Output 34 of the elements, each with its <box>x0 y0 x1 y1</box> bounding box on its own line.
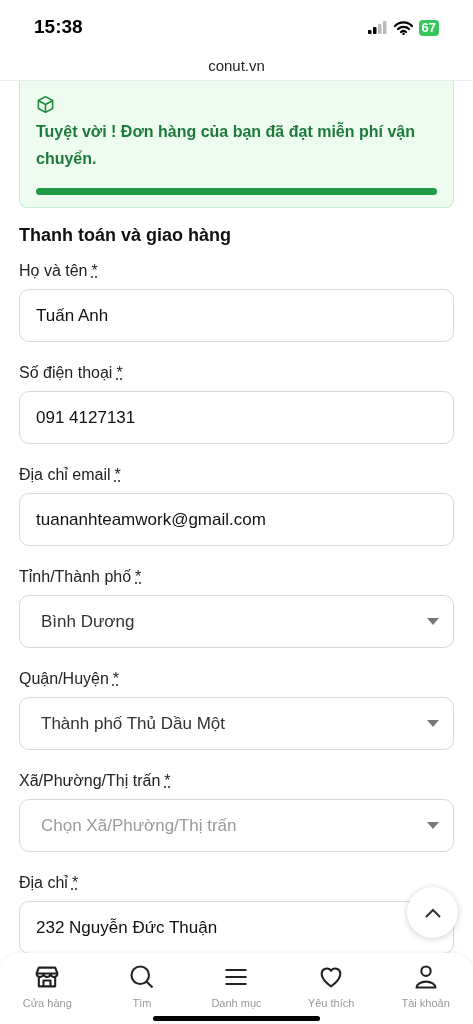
notice-message: Tuyệt vời ! Đơn hàng của bạn đã đạt miễn phí vận chuyển. <box>36 121 416 169</box>
input-field[interactable]: tuananhteamwork@gmail.com <box>19 493 454 546</box>
input-field[interactable]: 232 Nguyễn Đức Thuận <box>19 901 454 954</box>
signal-icon <box>367 21 388 34</box>
required-mark: * <box>164 771 171 791</box>
input-field[interactable]: 091 4127131 <box>19 391 454 444</box>
field-label: Địa chỉ email <box>19 465 111 485</box>
chevron-up-icon <box>424 907 441 918</box>
box-icon <box>36 95 55 114</box>
required-mark: * <box>116 363 123 383</box>
required-mark: * <box>112 669 120 689</box>
field-label: Địa chỉ <box>19 873 68 893</box>
url-text[interactable]: conut.vn <box>208 55 265 78</box>
select-field[interactable]: Bình Dương <box>19 595 454 648</box>
field-label: Họ và tên <box>19 261 88 281</box>
field-label: Tỉnh/Thành phố <box>19 567 132 587</box>
required-mark: * <box>71 873 79 893</box>
field-label: Quận/Huyện <box>19 669 109 689</box>
field-label: Xã/Phường/Thị trấn <box>19 771 161 791</box>
section-title: Thanh toán và giao hàng <box>19 224 232 247</box>
required-mark: * <box>114 465 121 485</box>
wifi-icon <box>393 20 413 35</box>
dropdown-caret-icon <box>427 618 439 625</box>
input-field[interactable]: Tuấn Anh <box>19 289 454 342</box>
required-mark: * <box>135 567 142 587</box>
field-label: Số điện thoại <box>19 363 113 383</box>
status-time: 15:38 <box>34 15 83 40</box>
battery-indicator: 67 <box>418 19 439 36</box>
scroll-top-button[interactable] <box>407 887 458 938</box>
search-icon <box>127 963 156 991</box>
dropdown-caret-icon <box>427 720 439 727</box>
required-mark: * <box>91 261 98 281</box>
dropdown-caret-icon <box>427 822 439 829</box>
select-field[interactable]: Thành phố Thủ Dầu Một <box>19 697 454 750</box>
